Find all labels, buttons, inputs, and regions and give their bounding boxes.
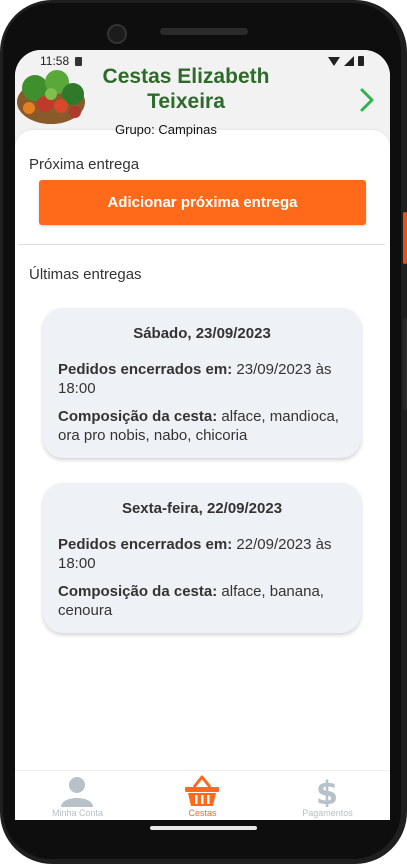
- bottom-tab-bar: Minha Conta Cestas $ Pagamentos: [15, 770, 390, 820]
- tab-minha-conta[interactable]: Minha Conta: [15, 771, 140, 820]
- composition-line: Composição da cesta: alface, mandioca, o…: [58, 407, 346, 445]
- content-sheet: Próxima entrega Adicionar próxima entreg…: [15, 130, 390, 790]
- tab-label: Cestas: [188, 808, 217, 818]
- volume-button: [403, 212, 407, 264]
- title-line-2: Teixeira: [147, 90, 225, 113]
- group-label: Grupo: Campinas: [115, 122, 217, 137]
- tab-pagamentos[interactable]: $ Pagamentos: [265, 771, 390, 820]
- last-deliveries-title: Últimas entregas: [29, 266, 142, 283]
- tab-label: Minha Conta: [51, 808, 104, 818]
- phone-frame: 11:58 Cestas Elizabeth Teixeira Próxima …: [0, 0, 407, 864]
- svg-text:$: $: [316, 775, 338, 807]
- orders-closed-line: Pedidos encerrados em: 23/09/2023 às 18:…: [58, 360, 346, 398]
- composition-label: Composição da cesta:: [58, 583, 218, 600]
- vegetables-logo-icon: [17, 70, 85, 124]
- user-icon: [61, 777, 93, 807]
- status-icons: [328, 56, 364, 66]
- section-divider: [19, 244, 385, 245]
- chevron-right-icon[interactable]: [354, 86, 382, 114]
- add-next-delivery-button[interactable]: Adicionar próxima entrega: [39, 180, 366, 225]
- orders-closed-line: Pedidos encerrados em: 22/09/2023 às 18:…: [58, 535, 346, 573]
- composition-label: Composição da cesta:: [58, 408, 218, 425]
- power-button: [403, 318, 407, 410]
- earpiece-speaker: [160, 28, 248, 35]
- orders-closed-label: Pedidos encerrados em:: [58, 536, 233, 553]
- battery-icon: [358, 56, 364, 66]
- signal-icon: [344, 56, 354, 66]
- orders-closed-label: Pedidos encerrados em:: [58, 361, 233, 378]
- tab-cestas[interactable]: Cestas: [140, 771, 265, 820]
- delivery-card[interactable]: Sexta-feira, 22/09/2023 Pedidos encerrad…: [43, 483, 361, 633]
- front-camera: [107, 24, 127, 44]
- delivery-date: Sexta-feira, 22/09/2023: [121, 500, 283, 517]
- tab-label: Pagamentos: [302, 808, 353, 818]
- wifi-icon: [328, 56, 340, 66]
- title-line-1: Cestas Elizabeth: [102, 65, 270, 88]
- dollar-icon: $: [316, 775, 338, 807]
- delivery-card[interactable]: Sábado, 23/09/2023 Pedidos encerrados em…: [43, 308, 361, 458]
- basket-icon: [185, 775, 219, 806]
- home-gesture-bar[interactable]: [150, 826, 257, 830]
- delivery-date: Sábado, 23/09/2023: [133, 325, 271, 342]
- page-title: Cestas Elizabeth Teixeira: [81, 64, 291, 114]
- app-screen: 11:58 Cestas Elizabeth Teixeira Próxima …: [15, 50, 390, 820]
- next-delivery-title: Próxima entrega: [29, 156, 140, 173]
- composition-line: Composição da cesta: alface, banana, cen…: [58, 582, 346, 620]
